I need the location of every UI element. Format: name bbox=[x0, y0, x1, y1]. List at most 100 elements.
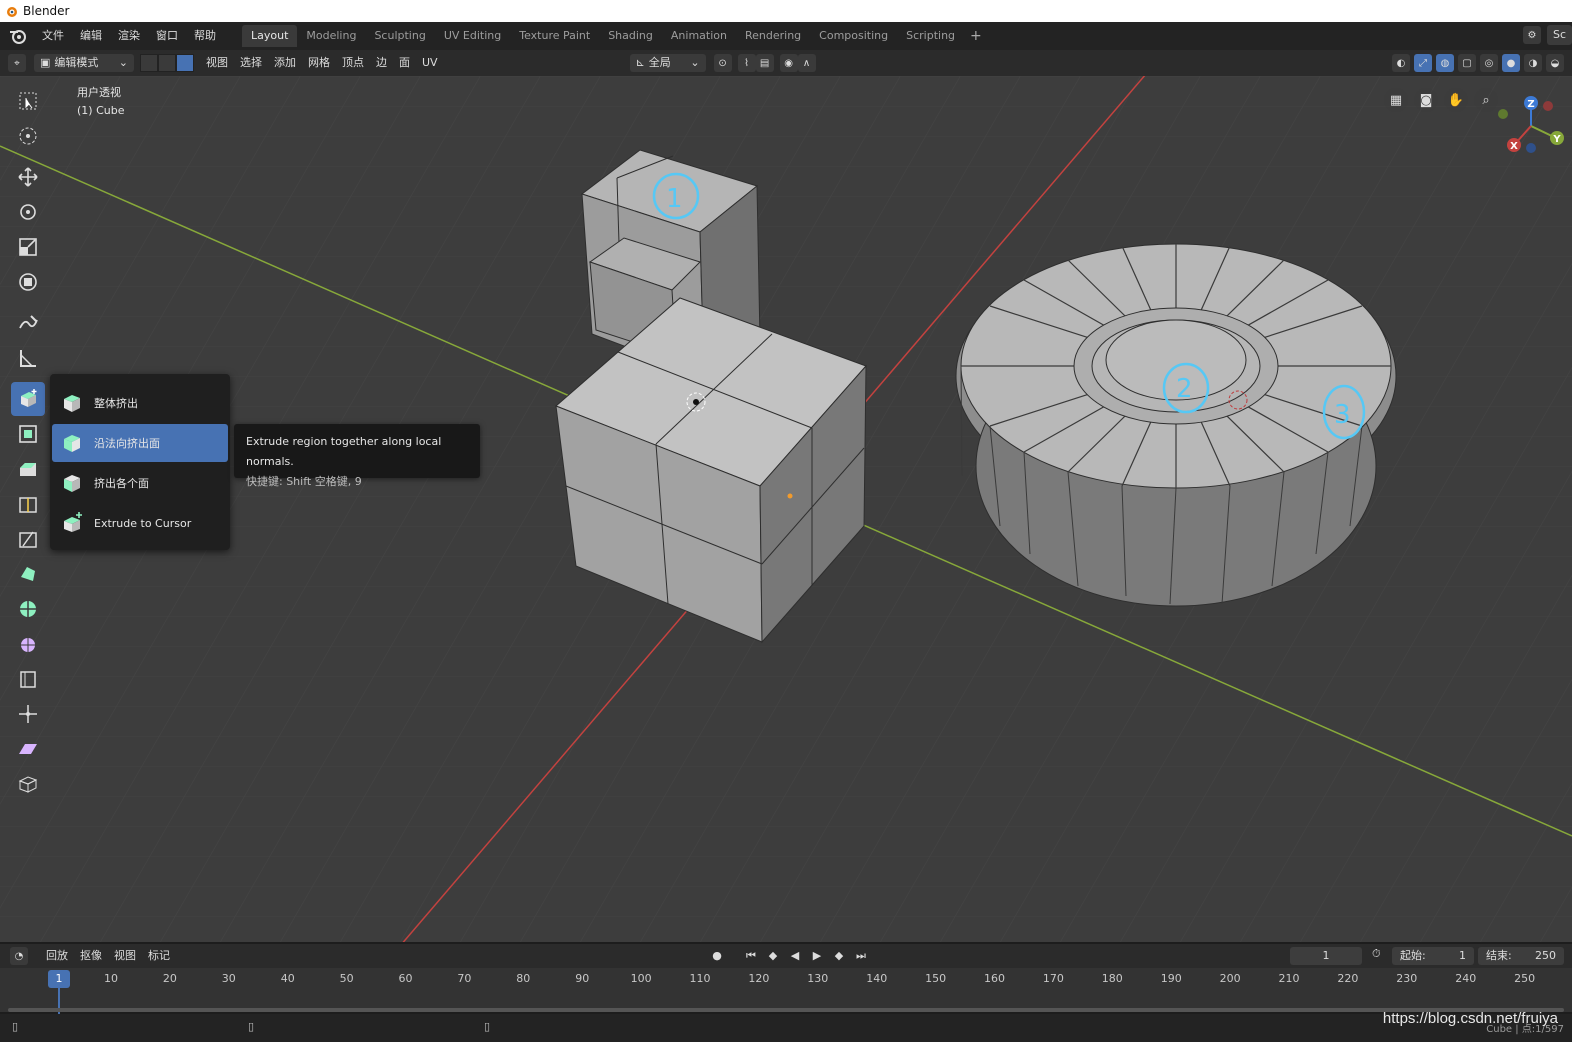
tab-compositing[interactable]: Compositing bbox=[810, 25, 897, 47]
extrude-region-item[interactable]: 整体挤出 bbox=[52, 384, 228, 422]
pan-hand-icon[interactable]: ✋ bbox=[1444, 88, 1468, 112]
menu-render[interactable]: 渲染 bbox=[110, 25, 148, 47]
current-frame-field[interactable]: 1 bbox=[1290, 947, 1362, 965]
edge-slide-tool[interactable] bbox=[11, 662, 45, 696]
gizmo-toggle-icon[interactable]: ⤢ bbox=[1414, 54, 1432, 72]
wireframe-shading-icon[interactable]: ◎ bbox=[1480, 54, 1498, 72]
snap-icon[interactable]: ⌇ bbox=[737, 54, 756, 72]
3d-viewport[interactable]: 1 2 3 Z Y X 用户透视 (1) Cube bbox=[0, 76, 1572, 942]
jump-end-icon[interactable]: ⏭ bbox=[852, 947, 870, 965]
blender-menu-icon[interactable] bbox=[8, 26, 28, 46]
cursor-tool[interactable] bbox=[11, 119, 45, 153]
tab-shading[interactable]: Shading bbox=[599, 25, 662, 47]
menu-uv[interactable]: UV bbox=[416, 54, 444, 72]
rip-region-tool[interactable] bbox=[11, 767, 45, 801]
tab-scripting[interactable]: Scripting bbox=[897, 25, 964, 47]
mesh-gear[interactable] bbox=[955, 243, 1397, 607]
jump-start-icon[interactable]: ⏮ bbox=[742, 947, 760, 965]
select-box-tool[interactable] bbox=[11, 84, 45, 118]
extrude-to-cursor-item[interactable]: Extrude to Cursor bbox=[52, 504, 228, 542]
next-keyframe-icon[interactable]: ◆ bbox=[830, 947, 848, 965]
rendered-shading-icon[interactable]: ◒ bbox=[1546, 54, 1564, 72]
extrude-along-normals-item[interactable]: 沿法向挤出面 bbox=[52, 424, 228, 462]
timeline-editor-type-icon[interactable]: ◔ bbox=[10, 947, 28, 965]
tab-rendering[interactable]: Rendering bbox=[736, 25, 810, 47]
timeline-menu-keying[interactable]: 抠像 bbox=[74, 947, 108, 965]
tab-modeling[interactable]: Modeling bbox=[297, 25, 365, 47]
timeline-ruler[interactable]: 1 10 20 30 40 50 60 70 80 90 100 110 120 130 140 150 16… bbox=[0, 968, 1572, 1014]
timeline-tick-label: 90 bbox=[575, 972, 590, 985]
play-icon[interactable]: ▶ bbox=[808, 947, 826, 965]
transform-orientation-selector[interactable]: ⊾ 全局 ⌄ bbox=[629, 54, 706, 72]
material-shading-icon[interactable]: ◑ bbox=[1524, 54, 1542, 72]
proportional-edit-icon[interactable]: ◉ bbox=[779, 54, 798, 72]
loop-cut-tool[interactable] bbox=[11, 487, 45, 521]
measure-tool[interactable] bbox=[11, 341, 45, 375]
falloff-icon[interactable]: ∧ bbox=[797, 54, 816, 72]
timeline-scrollbar[interactable] bbox=[8, 1008, 1564, 1012]
play-reverse-icon[interactable]: ◀ bbox=[786, 947, 804, 965]
menu-face[interactable]: 面 bbox=[393, 54, 416, 72]
record-icon[interactable]: ● bbox=[708, 947, 726, 965]
transform-tool[interactable] bbox=[11, 265, 45, 299]
menu-edge[interactable]: 边 bbox=[370, 54, 393, 72]
scene-icon[interactable]: ⚙ bbox=[1522, 26, 1541, 44]
menu-window[interactable]: 窗口 bbox=[148, 25, 186, 47]
timeline-menu-playback[interactable]: 回放 bbox=[40, 947, 74, 965]
tab-sculpting[interactable]: Sculpting bbox=[365, 25, 434, 47]
menu-file[interactable]: 文件 bbox=[34, 25, 72, 47]
scene-selector[interactable]: Sc bbox=[1546, 25, 1572, 45]
shear-tool[interactable] bbox=[11, 732, 45, 766]
scale-tool[interactable] bbox=[11, 230, 45, 264]
end-frame-field[interactable]: 结束: 250 bbox=[1478, 947, 1564, 965]
menu-help[interactable]: 帮助 bbox=[186, 25, 224, 47]
stopwatch-icon[interactable]: ⏱ bbox=[1372, 947, 1381, 961]
start-frame-field[interactable]: 起始: 1 bbox=[1392, 947, 1474, 965]
menu-mesh[interactable]: 网格 bbox=[302, 54, 336, 72]
face-select-button[interactable] bbox=[176, 54, 194, 72]
bevel-tool[interactable] bbox=[11, 452, 45, 486]
extrude-individual-item[interactable]: 挤出各个面 bbox=[52, 464, 228, 502]
grid-view-icon[interactable]: ▦ bbox=[1384, 88, 1408, 112]
menu-edit[interactable]: 编辑 bbox=[72, 25, 110, 47]
tab-uv-editing[interactable]: UV Editing bbox=[435, 25, 510, 47]
camera-view-icon[interactable]: ◙ bbox=[1414, 88, 1438, 112]
tab-layout[interactable]: Layout bbox=[242, 25, 298, 47]
vertex-select-button[interactable] bbox=[140, 54, 158, 72]
timeline-menu-marker[interactable]: 标记 bbox=[142, 947, 176, 965]
playhead-frame[interactable]: 1 bbox=[48, 970, 70, 988]
knife-tool[interactable] bbox=[11, 522, 45, 556]
overlay-toggle-icon[interactable]: ◍ bbox=[1436, 54, 1454, 72]
solid-shading-icon[interactable]: ● bbox=[1502, 54, 1520, 72]
menu-vertex[interactable]: 顶点 bbox=[336, 54, 370, 72]
select-mode-buttons bbox=[140, 54, 194, 72]
extrude-tool[interactable] bbox=[11, 382, 45, 416]
xray-toggle-icon[interactable]: ▢ bbox=[1458, 54, 1476, 72]
spin-tool[interactable] bbox=[11, 592, 45, 626]
shrink-fatten-tool[interactable] bbox=[11, 697, 45, 731]
prev-keyframe-icon[interactable]: ◆ bbox=[764, 947, 782, 965]
tab-texture-paint[interactable]: Texture Paint bbox=[510, 25, 599, 47]
add-workspace-button[interactable]: + bbox=[964, 25, 988, 47]
timeline-menu-view[interactable]: 视图 bbox=[108, 947, 142, 965]
rotate-tool[interactable] bbox=[11, 195, 45, 229]
tab-animation[interactable]: Animation bbox=[662, 25, 736, 47]
top-menu-bar: 文件 编辑 渲染 窗口 帮助 Layout Modeling Sculpting… bbox=[0, 22, 1572, 50]
mouse-left-icon: ▯ bbox=[12, 1020, 19, 1033]
edge-select-button[interactable] bbox=[158, 54, 176, 72]
snap-target-icon[interactable]: ▤ bbox=[755, 54, 774, 72]
pivot-point-icon[interactable]: ⊙ bbox=[713, 54, 732, 72]
editor-type-icon[interactable]: ⌖ bbox=[8, 54, 26, 72]
mode-selector[interactable]: ▣ 编辑模式 ⌄ bbox=[34, 54, 134, 72]
viewport-header-right: ◐ ⤢ ◍ ▢ ◎ ● ◑ ◒ bbox=[1392, 54, 1564, 72]
menu-view[interactable]: 视图 bbox=[200, 54, 234, 72]
annotate-tool[interactable] bbox=[11, 306, 45, 340]
visibility-icon[interactable]: ◐ bbox=[1392, 54, 1410, 72]
zoom-icon[interactable]: ⌕ bbox=[1474, 88, 1498, 112]
inset-tool[interactable] bbox=[11, 417, 45, 451]
move-tool[interactable] bbox=[11, 160, 45, 194]
menu-add[interactable]: 添加 bbox=[268, 54, 302, 72]
menu-select[interactable]: 选择 bbox=[234, 54, 268, 72]
poly-build-tool[interactable] bbox=[11, 557, 45, 591]
smooth-tool[interactable] bbox=[11, 627, 45, 661]
